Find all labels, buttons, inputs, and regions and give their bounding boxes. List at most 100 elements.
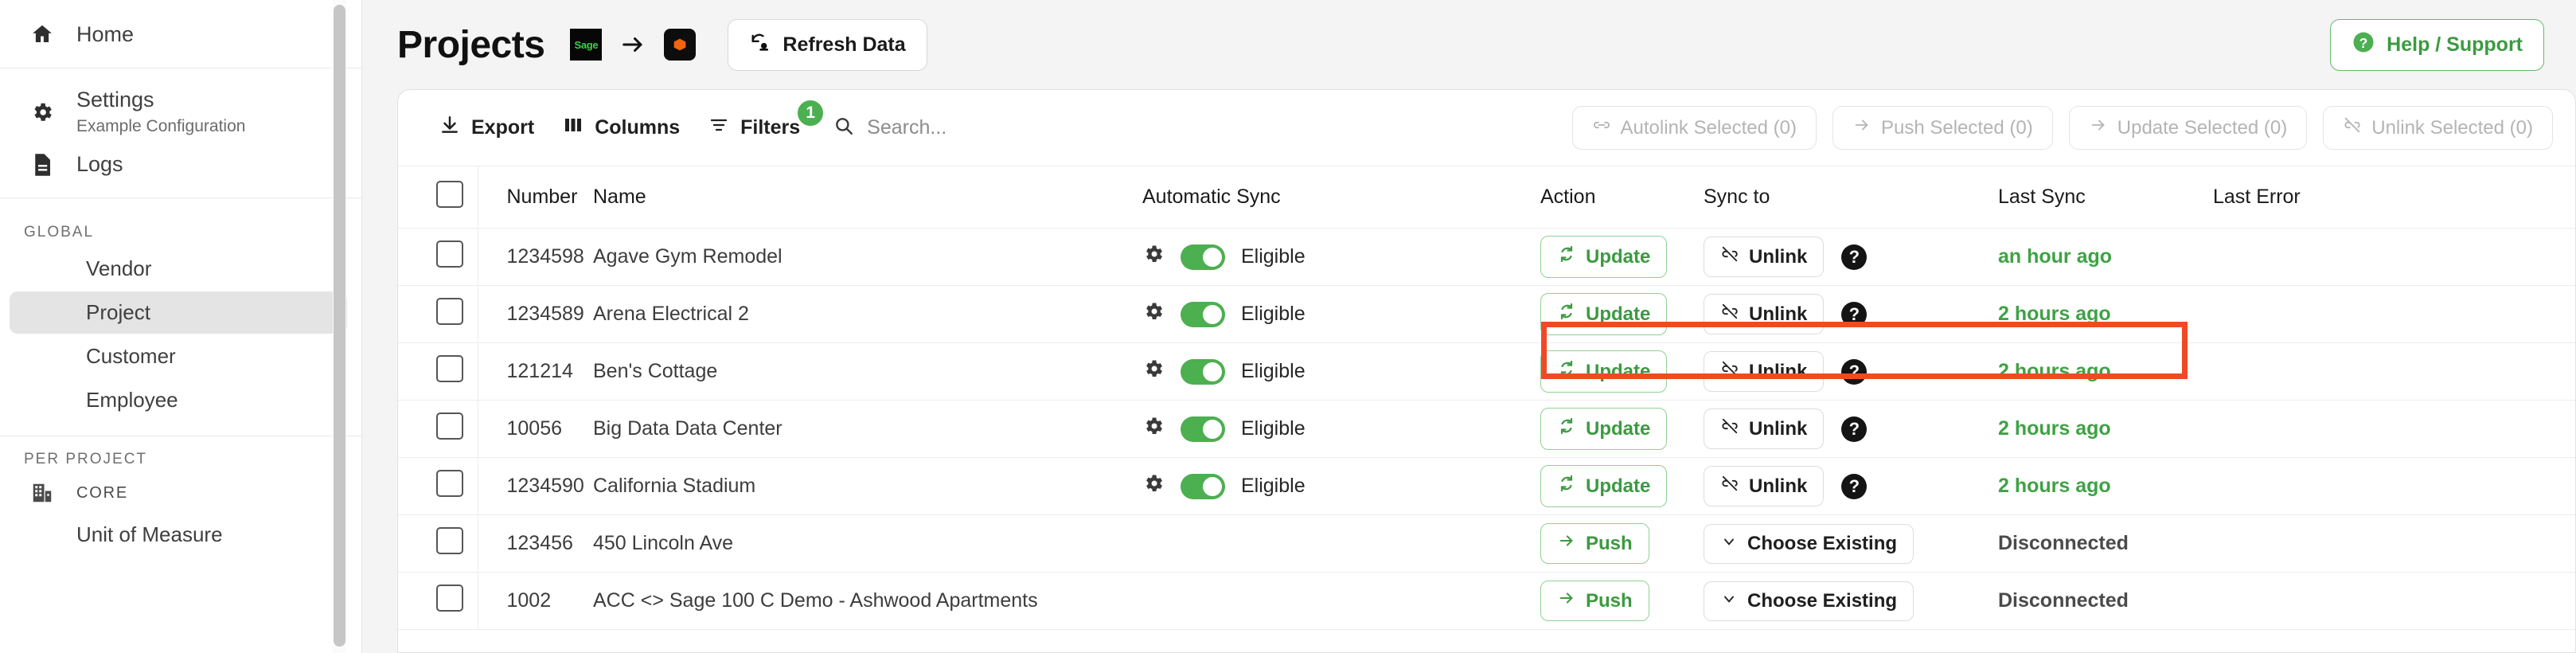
row-checkbox[interactable] [436,298,463,325]
help-icon[interactable]: ? [1841,244,1868,270]
filters-button[interactable]: Filters 1 [694,98,826,148]
row-checkbox[interactable] [436,413,463,440]
table-row[interactable]: 121214 Ben's Cottage Eligible Update Unl… [398,342,2575,401]
cell-last-error [2213,342,2575,401]
update-button[interactable]: Update [1540,236,1668,278]
push-button[interactable]: Push [1540,523,1649,564]
export-label: Export [471,116,535,139]
row-checkbox[interactable] [436,240,463,268]
table-row[interactable]: 123456 450 Lincoln Ave Push Choose Exist… [398,514,2575,573]
column-header-sync-to[interactable]: Sync to [1704,166,1998,229]
sidebar-item-settings[interactable]: Settings Example Configuration [0,80,361,144]
question-circle-icon: ? [2352,30,2375,60]
row-select-cell [398,457,478,515]
cell-name: California Stadium [593,457,1142,515]
column-header-automatic-sync[interactable]: Automatic Sync [1142,166,1540,229]
help-icon[interactable]: ? [1841,358,1868,385]
automatic-sync-toggle[interactable] [1181,473,1225,499]
column-header-last-sync[interactable]: Last Sync [1998,166,2213,229]
main-content: Projects Sage Refresh Data ? Help / Supp… [362,0,2576,653]
update-selected-button[interactable]: Update Selected (0) [2068,106,2308,150]
column-header-last-error[interactable]: Last Error [2213,166,2575,229]
unlink-button[interactable]: Unlink [1704,237,1825,277]
sidebar-item-unit-of-measure[interactable]: Unit of Measure [0,513,361,547]
filter-icon [708,115,729,140]
gear-icon[interactable] [1142,472,1165,500]
autolink-selected-button[interactable]: Autolink Selected (0) [1571,106,1817,150]
update-button[interactable]: Update [1540,465,1668,507]
automatic-sync-label: Eligible [1241,360,1306,382]
automatic-sync-toggle[interactable] [1181,301,1225,327]
cell-automatic-sync [1142,514,1540,573]
update-button[interactable]: Update [1540,408,1668,450]
row-checkbox[interactable] [436,355,463,382]
table-row[interactable]: 1234589 Arena Electrical 2 Eligible Upda… [398,285,2575,343]
table-row[interactable]: 1002 ACC <> Sage 100 C Demo - Ashwood Ap… [398,572,2575,630]
cell-name: Ben's Cottage [593,342,1142,401]
row-checkbox[interactable] [436,527,463,554]
help-icon[interactable]: ? [1841,301,1868,327]
help-icon[interactable]: ? [1841,416,1868,442]
help-icon[interactable]: ? [1841,473,1868,499]
update-button[interactable]: Update [1540,350,1668,393]
export-button[interactable]: Export [425,107,548,149]
sidebar-group-header-global: GLOBAL [24,224,95,241]
toggle-knob [1203,476,1222,496]
automatic-sync-toggle[interactable] [1181,358,1225,385]
gear-icon[interactable] [1142,358,1165,385]
search-box[interactable] [833,115,1202,140]
gear-icon[interactable] [1142,415,1165,443]
row-checkbox[interactable] [436,585,463,612]
choose-existing-button[interactable]: Choose Existing [1704,581,1914,621]
unlink-icon [1720,360,1739,383]
unlink-button[interactable]: Unlink [1704,351,1825,392]
cell-sync-to: Choose Existing [1704,572,1998,630]
automatic-sync-label: Eligible [1241,475,1306,497]
sidebar-item-project[interactable]: Project [10,291,347,334]
toggle-knob [1203,362,1222,381]
gear-icon[interactable] [1142,243,1165,271]
automatic-sync-toggle[interactable] [1181,244,1225,270]
select-all-checkbox[interactable] [436,181,463,208]
command-center-logo-icon [664,29,697,61]
sidebar-scrollbar-thumb[interactable] [334,5,345,647]
columns-button[interactable]: Columns [548,108,694,148]
unlink-icon [1720,475,1739,498]
choose-existing-button[interactable]: Choose Existing [1704,523,1914,564]
bulk-action-label: Autolink Selected (0) [1620,116,1797,139]
unlink-button[interactable]: Unlink [1704,466,1825,506]
unlink-icon [2343,116,2362,139]
gear-icon[interactable] [1142,300,1165,328]
sidebar-item-home[interactable]: Home [0,14,361,55]
help-support-button[interactable]: ? Help / Support [2330,18,2544,71]
cell-last-sync: Disconnected [1998,572,2213,630]
sidebar-item-core[interactable]: CORE [0,473,361,513]
table-row[interactable]: 1234590 California Stadium Eligible Upda… [398,457,2575,515]
unlink-button[interactable]: Unlink [1704,409,1825,449]
chevron-down-icon [1720,533,1738,555]
automatic-sync-toggle[interactable] [1181,416,1225,442]
row-select-cell [398,228,478,286]
column-header-action[interactable]: Action [1540,166,1704,229]
unlink-button[interactable]: Unlink [1704,294,1825,334]
sidebar-item-customer[interactable]: Customer [10,335,347,377]
cell-number: 1234598 [478,228,593,286]
table-row[interactable]: 1234598 Agave Gym Remodel Eligible Updat… [398,228,2575,286]
search-input[interactable] [867,116,1202,139]
push-selected-button[interactable]: Push Selected (0) [1832,106,2053,150]
unlink-selected-button[interactable]: Unlink Selected (0) [2323,106,2553,150]
sidebar-scrollbar[interactable] [333,0,346,653]
sidebar-item-employee[interactable]: Employee [10,379,347,421]
update-button[interactable]: Update [1540,293,1668,335]
row-checkbox[interactable] [436,470,463,497]
refresh-data-button[interactable]: Refresh Data [728,18,927,71]
cell-automatic-sync: Eligible [1142,228,1540,286]
column-header-number[interactable]: Number [478,166,593,229]
arrow-right-icon [2089,116,2108,139]
column-header-name[interactable]: Name [593,166,1142,229]
sync-to-label: Unlink [1749,475,1808,497]
table-row[interactable]: 10056 Big Data Data Center Eligible Upda… [398,400,2575,458]
push-button[interactable]: Push [1540,581,1649,621]
sidebar-item-vendor[interactable]: Vendor [10,248,347,290]
sidebar-item-logs[interactable]: Logs [0,144,361,185]
